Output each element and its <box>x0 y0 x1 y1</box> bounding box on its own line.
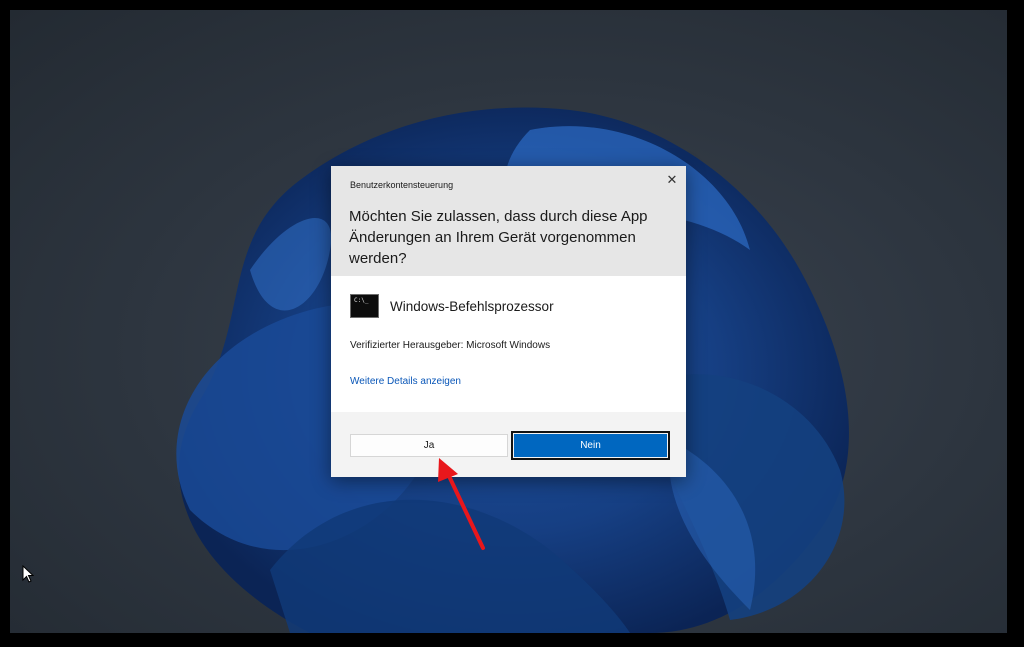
app-name: Windows-Befehlsprozessor <box>390 299 554 314</box>
publisher-text: Verifizierter Herausgeber: Microsoft Win… <box>350 340 551 351</box>
mouse-pointer-icon <box>22 565 34 583</box>
uac-footer: Ja Nein <box>331 412 686 477</box>
close-icon[interactable]: ✕ <box>661 171 683 189</box>
show-details-link[interactable]: Weitere Details anzeigen <box>350 376 461 387</box>
command-prompt-icon-text: C:\_ <box>354 297 369 304</box>
dialog-question: Möchten Sie zulassen, dass durch diese A… <box>349 208 648 267</box>
no-button[interactable]: Nein <box>511 431 670 460</box>
yes-button[interactable]: Ja <box>350 434 508 457</box>
command-prompt-icon: C:\_ <box>350 294 379 318</box>
desktop-screen: Benutzerkontensteuerung ✕ Möchten Sie zu… <box>10 10 1007 633</box>
dialog-app-title: Benutzerkontensteuerung <box>350 180 454 190</box>
uac-header: Benutzerkontensteuerung ✕ Möchten Sie zu… <box>331 166 686 276</box>
uac-dialog: Benutzerkontensteuerung ✕ Möchten Sie zu… <box>331 166 686 477</box>
